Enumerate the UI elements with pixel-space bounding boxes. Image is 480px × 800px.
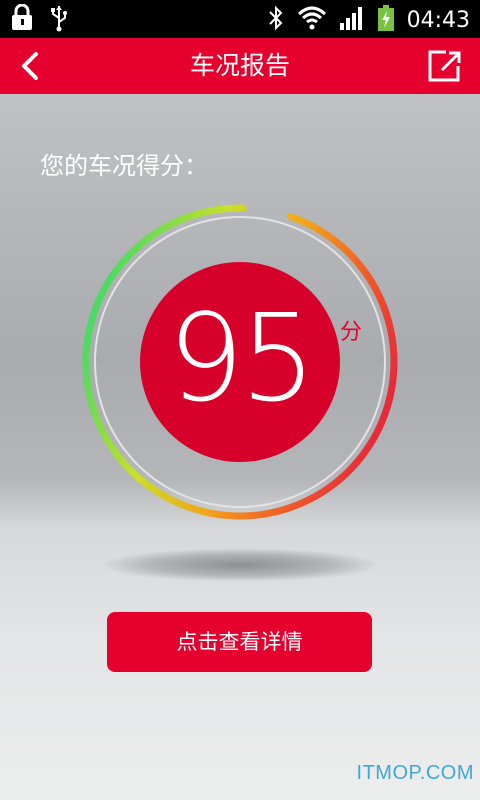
gauge-shadow [100,548,380,582]
wifi-icon [297,5,327,35]
title-bar: 车况报告 [0,38,480,94]
bluetooth-icon [267,4,285,36]
clock: 04:43 [406,7,470,33]
share-button[interactable] [422,44,466,88]
usb-icon [48,4,70,36]
battery-charging-icon [377,4,395,36]
score-value: 95 [167,290,317,429]
page-title: 车况报告 [189,51,290,80]
status-bar: 04:43 [0,0,480,38]
back-button[interactable] [8,44,52,88]
signal-icon [339,5,365,35]
view-details-button[interactable]: 点击查看详情 [107,612,372,672]
share-icon [428,50,461,82]
lock-icon [10,3,36,36]
watermark: ITMOP.COM [356,762,474,784]
chevron-left-icon [22,52,38,80]
score-label: 您的车况得分： [40,152,208,180]
score-unit: 分 [340,320,363,345]
